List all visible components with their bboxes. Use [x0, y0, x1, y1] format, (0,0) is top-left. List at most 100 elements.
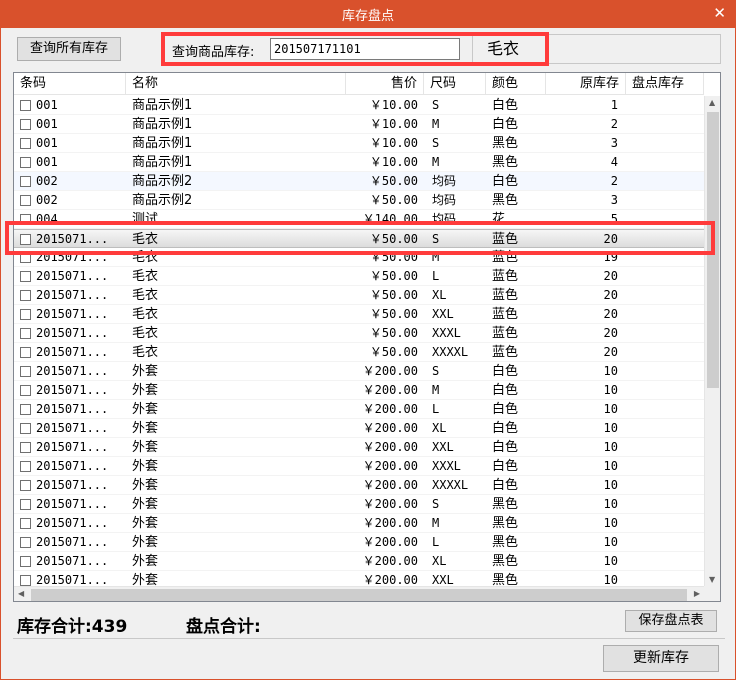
table-row[interactable]: 2015071... 外套 ￥200.00 XXXXL 白色 10 [14, 476, 704, 495]
row-checkbox[interactable] [20, 404, 31, 415]
table-row[interactable]: 004 测试 ￥140.00 均码 花 5 [14, 210, 704, 229]
table-row[interactable]: 2015071... 毛衣 ￥50.00 L 蓝色 20 [14, 267, 704, 286]
row-checkbox[interactable] [20, 290, 31, 301]
column-header-price[interactable]: 售价 [346, 73, 424, 95]
counted-stock-cell[interactable] [632, 476, 702, 495]
save-count-sheet-button[interactable]: 保存盘点表 [625, 610, 717, 632]
arrow-down-icon[interactable]: ▼ [709, 575, 715, 584]
counted-stock-cell[interactable] [632, 248, 702, 267]
arrow-left-icon[interactable]: ◀ [18, 589, 24, 598]
row-checkbox[interactable] [20, 138, 31, 149]
barcode-search-input[interactable]: 201507171101 [270, 38, 460, 60]
table-row[interactable]: 001 商品示例1 ￥10.00 S 黑色 3 [14, 134, 704, 153]
row-checkbox[interactable] [20, 442, 31, 453]
row-checkbox[interactable] [20, 366, 31, 377]
row-checkbox[interactable] [20, 537, 31, 548]
table-row[interactable]: 2015071... 外套 ￥200.00 XL 黑色 10 [14, 552, 704, 571]
counted-stock-cell[interactable] [632, 419, 702, 438]
table-row[interactable]: 001 商品示例1 ￥10.00 M 黑色 4 [14, 153, 704, 172]
counted-stock-cell[interactable] [632, 191, 702, 210]
row-checkbox[interactable] [20, 252, 31, 263]
column-header-name[interactable]: 名称 [126, 73, 346, 95]
row-checkbox[interactable] [20, 518, 31, 529]
row-checkbox[interactable] [20, 385, 31, 396]
row-checkbox[interactable] [20, 575, 31, 586]
table-row[interactable]: 001 商品示例1 ￥10.00 S 白色 1 [14, 96, 704, 115]
counted-stock-cell[interactable] [632, 438, 702, 457]
horizontal-scroll-thumb[interactable] [31, 589, 687, 601]
counted-stock-cell[interactable] [632, 400, 702, 419]
counted-stock-cell[interactable] [632, 172, 702, 191]
counted-stock-cell[interactable] [632, 362, 702, 381]
row-checkbox[interactable] [20, 423, 31, 434]
row-checkbox[interactable] [20, 461, 31, 472]
query-all-stock-button[interactable]: 查询所有库存 [17, 37, 121, 61]
arrow-up-icon[interactable]: ▲ [709, 98, 715, 107]
table-row[interactable]: 2015071... 外套 ￥200.00 XXXL 白色 10 [14, 457, 704, 476]
row-checkbox[interactable] [20, 499, 31, 510]
row-checkbox[interactable] [20, 480, 31, 491]
counted-stock-cell[interactable] [632, 153, 702, 172]
table-row[interactable]: 2015071... 外套 ￥200.00 XXL 白色 10 [14, 438, 704, 457]
counted-stock-cell[interactable] [632, 495, 702, 514]
stock-table[interactable]: 条码 名称 售价 尺码 颜色 原库存 盘点库存 001 商品示例1 ￥10.00 S 白… [13, 72, 721, 602]
counted-stock-cell[interactable] [632, 134, 702, 153]
table-row[interactable]: 2015071... 外套 ￥200.00 L 黑色 10 [14, 533, 704, 552]
table-row[interactable]: 2015071... 外套 ￥200.00 L 白色 10 [14, 400, 704, 419]
counted-stock-cell[interactable] [632, 305, 702, 324]
table-row[interactable]: 002 商品示例2 ￥50.00 均码 白色 2 [14, 172, 704, 191]
name-cell: 外套 [132, 402, 159, 417]
counted-stock-cell[interactable] [632, 552, 702, 571]
close-icon[interactable]: ✕ [713, 4, 726, 22]
counted-stock-cell[interactable] [632, 343, 702, 362]
counted-stock-cell[interactable] [632, 381, 702, 400]
table-row[interactable]: 2015071... 毛衣 ￥50.00 M 蓝色 19 [14, 248, 704, 267]
update-stock-button[interactable]: 更新库存 [603, 645, 719, 672]
column-header-barcode[interactable]: 条码 [14, 73, 126, 95]
table-row[interactable]: 2015071... 外套 ￥200.00 M 黑色 10 [14, 514, 704, 533]
table-row[interactable]: 002 商品示例2 ￥50.00 均码 黑色 3 [14, 191, 704, 210]
counted-stock-cell[interactable] [632, 267, 702, 286]
column-header-original-stock[interactable]: 原库存 [546, 73, 626, 95]
row-checkbox[interactable] [20, 176, 31, 187]
table-row[interactable]: 2015071... 毛衣 ￥50.00 XXXXL 蓝色 20 [14, 343, 704, 362]
table-row[interactable]: 001 商品示例1 ￥10.00 M 白色 2 [14, 115, 704, 134]
counted-stock-cell[interactable] [632, 533, 702, 552]
row-checkbox[interactable] [20, 271, 31, 282]
column-header-size[interactable]: 尺码 [424, 73, 486, 95]
name-cell: 外套 [132, 459, 159, 474]
row-checkbox[interactable] [20, 119, 31, 130]
table-row[interactable]: 2015071... 外套 ￥200.00 S 白色 10 [14, 362, 704, 381]
table-row[interactable]: 2015071... 毛衣 ￥50.00 XXXL 蓝色 20 [14, 324, 704, 343]
table-row[interactable]: 2015071... 外套 ￥200.00 XL 白色 10 [14, 419, 704, 438]
row-checkbox[interactable] [20, 328, 31, 339]
horizontal-scrollbar[interactable]: ◀ ▶ [14, 586, 704, 601]
vertical-scroll-thumb[interactable] [707, 112, 719, 388]
row-checkbox[interactable] [20, 195, 31, 206]
row-checkbox[interactable] [20, 157, 31, 168]
table-row[interactable]: 2015071... 毛衣 ￥50.00 XL 蓝色 20 [14, 286, 704, 305]
table-row[interactable]: 2015071... 外套 ￥200.00 M 白色 10 [14, 381, 704, 400]
table-row[interactable]: 2015071... 毛衣 ￥50.00 XXL 蓝色 20 [14, 305, 704, 324]
row-checkbox[interactable] [20, 556, 31, 567]
counted-stock-cell[interactable] [632, 115, 702, 134]
counted-stock-cell[interactable] [632, 286, 702, 305]
row-checkbox[interactable] [20, 100, 31, 111]
arrow-right-icon[interactable]: ▶ [694, 589, 700, 598]
counted-stock-cell[interactable] [632, 96, 702, 115]
counted-stock-cell[interactable] [632, 324, 702, 343]
counted-stock-cell[interactable] [632, 514, 702, 533]
counted-stock-cell[interactable] [632, 210, 702, 229]
table-row[interactable]: 2015071... 外套 ￥200.00 S 黑色 10 [14, 495, 704, 514]
row-checkbox[interactable] [20, 309, 31, 320]
row-checkbox[interactable] [20, 347, 31, 358]
original-stock-cell: 10 [603, 516, 618, 530]
counted-stock-cell[interactable] [632, 230, 702, 249]
vertical-scrollbar[interactable]: ▲ ▼ [704, 96, 720, 586]
row-checkbox[interactable] [20, 214, 31, 225]
row-checkbox[interactable] [20, 234, 31, 245]
counted-stock-cell[interactable] [632, 457, 702, 476]
column-header-counted-stock[interactable]: 盘点库存 [626, 73, 704, 95]
table-row[interactable]: 2015071... 毛衣 ￥50.00 S 蓝色 20 [14, 229, 704, 248]
column-header-color[interactable]: 颜色 [486, 73, 546, 95]
